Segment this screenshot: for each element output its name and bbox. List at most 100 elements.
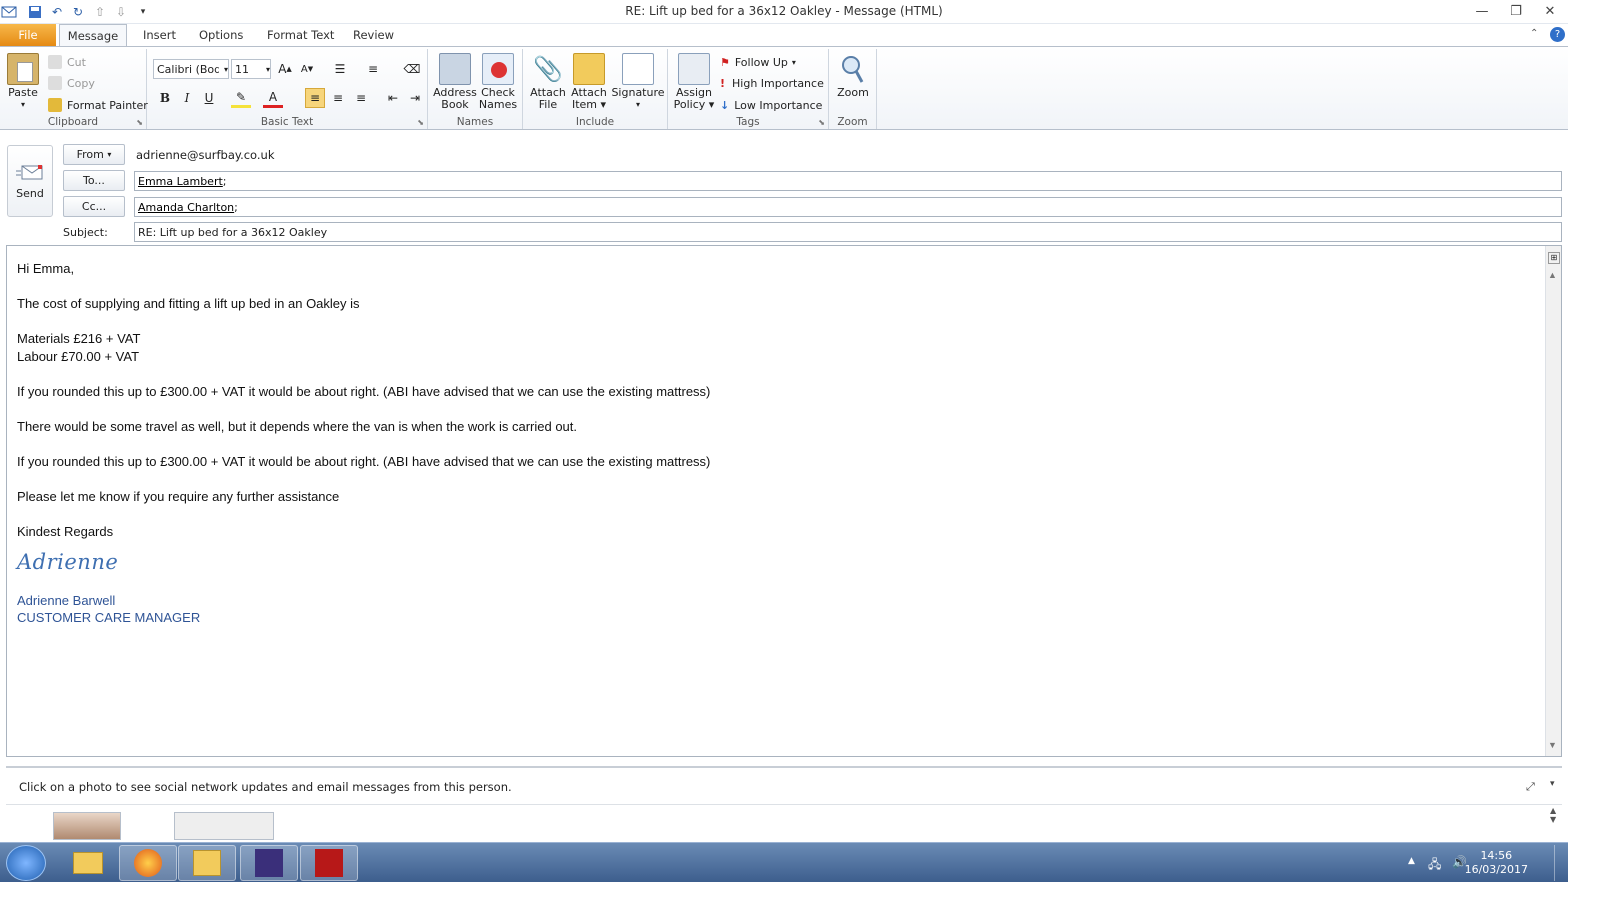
basic-text-launcher-icon[interactable]: ⬊ [417, 118, 424, 127]
tags-group: Assign Policy ▾ ⚑ Follow Up ▾ ! High Import… [668, 49, 829, 129]
contact-photo-placeholder[interactable] [174, 812, 274, 840]
attach-file-button[interactable]: 📎 Attach File [527, 53, 569, 111]
cut-button[interactable]: Cut [48, 52, 86, 72]
tab-file[interactable]: File [0, 24, 56, 46]
signature-button[interactable]: Signature ▾ [611, 53, 665, 111]
body-scrollbar[interactable]: ⊞ ▲ ▼ [1545, 246, 1561, 756]
tab-options[interactable]: Options [189, 24, 253, 46]
help-icon[interactable]: ? [1550, 27, 1565, 42]
body-paragraph-2: If you rounded this up to £300.00 + VAT … [17, 383, 711, 399]
subject-field[interactable]: RE: Lift up bed for a 36x12 Oakley [134, 222, 1562, 242]
paste-dropdown-icon[interactable]: ▾ [21, 99, 25, 111]
app-grid-icon[interactable] [240, 845, 298, 881]
ruler-toggle-icon[interactable]: ⊞ [1548, 252, 1560, 264]
assign-policy-button[interactable]: Assign Policy ▾ [672, 53, 716, 111]
names-group: Address Book Check Names Names [428, 49, 523, 129]
clipboard-group-label: Clipboard [47, 116, 99, 128]
assign-policy-icon [678, 53, 710, 85]
font-size-dropdown-icon[interactable]: ▾ [266, 65, 270, 74]
tab-format-text[interactable]: Format Text [257, 24, 344, 46]
restore-button[interactable]: ❐ [1499, 0, 1533, 22]
align-center-icon[interactable]: ≡ [328, 88, 348, 108]
tab-message[interactable]: Message [59, 24, 127, 46]
names-group-label: Names [456, 116, 494, 128]
high-importance-button[interactable]: ! High Importance [720, 73, 824, 93]
title-bar: ↶ ↻ ⇧ ⇩ ▾ RE: Lift up bed for a 36x12 Oa… [0, 0, 1568, 24]
attach-item-label-2: Item ▾ [571, 98, 607, 111]
cc-field[interactable]: Amanda Charlton; [134, 197, 1562, 217]
grow-font-icon[interactable]: A ▲ [275, 59, 295, 79]
system-clock[interactable]: 14:56 16/03/2017 [1465, 849, 1528, 877]
font-size-combo[interactable]: 11 ▾ [231, 59, 271, 79]
collapse-pane-icon[interactable]: ▾ [1550, 779, 1555, 789]
bold-icon[interactable]: B [155, 88, 175, 108]
high-importance-label: High Importance [732, 76, 824, 90]
basic-text-group: Calibri (Body)▾ 11▾ A▲ A▼ ☰ ≡ ⌫ B I U ✎ … [147, 49, 428, 129]
address-book-button[interactable]: Address Book [432, 53, 478, 111]
italic-icon[interactable]: I [177, 88, 197, 108]
network-icon[interactable]: 🖧 [1428, 855, 1441, 876]
cc-recipient[interactable]: Amanda Charlton [138, 201, 234, 214]
align-left-icon[interactable]: ≡ [305, 88, 325, 108]
tags-launcher-icon[interactable]: ⬊ [818, 118, 825, 127]
font-color-icon[interactable]: A [263, 88, 283, 108]
file-explorer-icon[interactable] [59, 845, 117, 881]
clear-formatting-icon[interactable]: ⌫ [402, 59, 422, 79]
from-value: adrienne@surfbay.co.uk [136, 148, 275, 162]
decrease-indent-icon[interactable]: ⇤ [383, 88, 403, 108]
minimize-button[interactable]: — [1465, 0, 1499, 22]
cut-label: Cut [67, 55, 86, 69]
format-painter-button[interactable]: Format Painter [48, 95, 148, 115]
bullets-icon[interactable]: ☰ [330, 59, 350, 79]
cc-button[interactable]: Cc... [63, 196, 125, 217]
numbering-icon[interactable]: ≡ [363, 59, 383, 79]
scroll-down-icon[interactable]: ▼ [1548, 740, 1557, 750]
show-hidden-icons[interactable]: ▲ [1408, 856, 1415, 866]
message-body[interactable]: Hi Emma, The cost of supplying and fitti… [6, 245, 1562, 757]
from-button[interactable]: From ▾ [63, 144, 125, 165]
paste-button[interactable]: Paste ▾ [6, 53, 40, 111]
follow-up-button[interactable]: ⚑ Follow Up ▾ [720, 52, 796, 72]
firefox-icon[interactable] [119, 845, 177, 881]
paperclip-icon: 📎 [533, 55, 563, 83]
body-paragraph-1: The cost of supplying and fitting a lift… [17, 296, 360, 311]
clipboard-launcher-icon[interactable]: ⬊ [136, 118, 143, 127]
font-dropdown-icon[interactable]: ▾ [224, 65, 228, 74]
include-group: 📎 Attach File Attach Item ▾ Signature ▾ … [523, 49, 668, 129]
to-button[interactable]: To... [63, 170, 125, 191]
tab-review[interactable]: Review [343, 24, 404, 46]
expand-pane-icon[interactable]: ⤢ [1526, 780, 1535, 794]
tab-insert[interactable]: Insert [133, 24, 186, 46]
close-button[interactable]: ✕ [1533, 0, 1567, 22]
low-importance-button[interactable]: ↓ Low Importance [720, 95, 822, 115]
show-desktop-button[interactable] [1554, 845, 1566, 881]
signature-label: Signature [611, 86, 665, 99]
signature-dropdown-icon[interactable]: ▾ [636, 99, 640, 111]
shrink-font-icon[interactable]: A ▼ [297, 59, 317, 79]
attach-item-button[interactable]: Attach Item ▾ [569, 53, 609, 111]
outlook-icon[interactable] [178, 845, 236, 881]
clock-date: 16/03/2017 [1464, 863, 1528, 876]
start-button[interactable] [6, 845, 46, 881]
closing: Kindest Regards [17, 523, 114, 539]
signature-icon [622, 53, 654, 85]
font-combo[interactable]: Calibri (Body) ▾ [153, 59, 229, 79]
subject-label: Subject: [63, 226, 108, 239]
message-content[interactable]: Hi Emma, The cost of supplying and fitti… [17, 260, 710, 627]
align-right-icon[interactable]: ≡ [351, 88, 371, 108]
body-paragraph-3: There would be some travel as well, but … [17, 418, 578, 434]
minimize-ribbon-icon[interactable]: ⌃ [1530, 28, 1538, 39]
scroll-up-icon[interactable]: ▲ [1548, 270, 1557, 280]
underline-icon[interactable]: U [199, 88, 219, 108]
to-field[interactable]: Emma Lambert; [134, 171, 1562, 191]
highlight-icon[interactable]: ✎ [231, 88, 251, 108]
zoom-button[interactable]: Zoom [833, 53, 873, 99]
copy-button[interactable]: Copy [48, 73, 95, 93]
to-recipient[interactable]: Emma Lambert [138, 175, 223, 188]
increase-indent-icon[interactable]: ⇥ [405, 88, 425, 108]
send-button[interactable]: Send [7, 145, 53, 217]
acrobat-icon[interactable] [300, 845, 358, 881]
contact-photo-emma[interactable] [53, 812, 121, 840]
check-names-button[interactable]: Check Names [476, 53, 520, 111]
pane-scroll-icon[interactable]: ▲ ▼ [1550, 806, 1556, 824]
